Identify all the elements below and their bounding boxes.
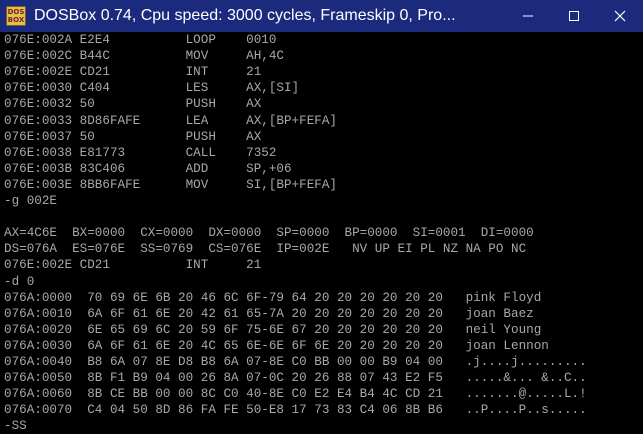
console-line: 076E:0033 8D86FAFE LEA AX,[BP+FEFA] [4,112,337,128]
console-line: 076A:0010 6A 6F 61 6E 20 42 61 65-7A 20 … [4,305,534,321]
console-line: 076A:0060 8B CE BB 00 00 8C C0 40-8E C0 … [4,386,587,402]
console-line: AX=4C6E BX=0000 CX=0000 DX=0000 SP=0000 … [4,225,534,241]
dos-console-screen[interactable]: 076E:002A E2E4 LOOP 0010 076E:002C B44C M… [0,32,643,433]
console-line: 076E:002A E2E4 LOOP 0010 [4,32,277,47]
console-line: -SS [4,418,27,434]
window-controls [505,0,643,32]
app-icon-top-text: DOS [7,8,25,16]
console-line: 076E:0030 C404 LES AX,[SI] [4,80,300,96]
console-line: 076A:0000 70 69 6E 6B 20 46 6C 6F-79 64 … [4,289,542,305]
maximize-button[interactable] [551,0,597,32]
console-line: -g 002E [4,193,57,208]
console-line: 076A:0020 6E 65 69 6C 20 59 6F 75-6E 67 … [4,321,542,337]
console-line: 076E:0038 E81773 CALL 7352 [4,144,277,160]
dosbox-window: DOS BOX DOSBox 0.74, Cpu speed: 3000 cyc… [0,0,643,433]
app-icon-bottom-text: BOX [7,16,25,24]
console-line: 076E:002E CD21 INT 21 [4,257,262,273]
minimize-icon [523,15,533,17]
console-line: 076A:0030 6A 6F 61 6E 20 4C 65 6E-6E 6F … [4,337,549,353]
title-bar[interactable]: DOS BOX DOSBox 0.74, Cpu speed: 3000 cyc… [0,0,643,32]
console-line: 076E:003E 8BB6FAFE MOV SI,[BP+FEFA] [4,176,337,192]
console-line: 076A:0040 B8 6A 07 8E D8 B8 6A 07-8E C0 … [4,354,587,369]
console-line: 076E:002C B44C MOV AH,4C [4,48,284,64]
console-line: 076A:0050 8B F1 B9 04 00 26 8A 07-0C 20 … [4,370,587,386]
console-line: 076E:003B 83C406 ADD SP,+06 [4,160,292,176]
minimize-button[interactable] [505,0,551,32]
console-line: 076E:002E CD21 INT 21 [4,64,262,80]
console-line: DS=076A ES=076E SS=0769 CS=076E IP=002E … [4,241,527,257]
maximize-icon [569,11,579,21]
console-line: 076A:0070 C4 04 50 8D 86 FA FE 50-E8 17 … [4,402,587,418]
console-line: 076E:0032 50 PUSH AX [4,96,262,112]
console-line: 076E:0037 50 PUSH AX [4,128,262,144]
dosbox-app-icon[interactable]: DOS BOX [6,6,26,26]
window-title: DOSBox 0.74, Cpu speed: 3000 cycles, Fra… [34,7,456,24]
close-button[interactable] [597,0,643,32]
close-icon [614,10,626,22]
console-line: -d 0 [4,273,35,289]
